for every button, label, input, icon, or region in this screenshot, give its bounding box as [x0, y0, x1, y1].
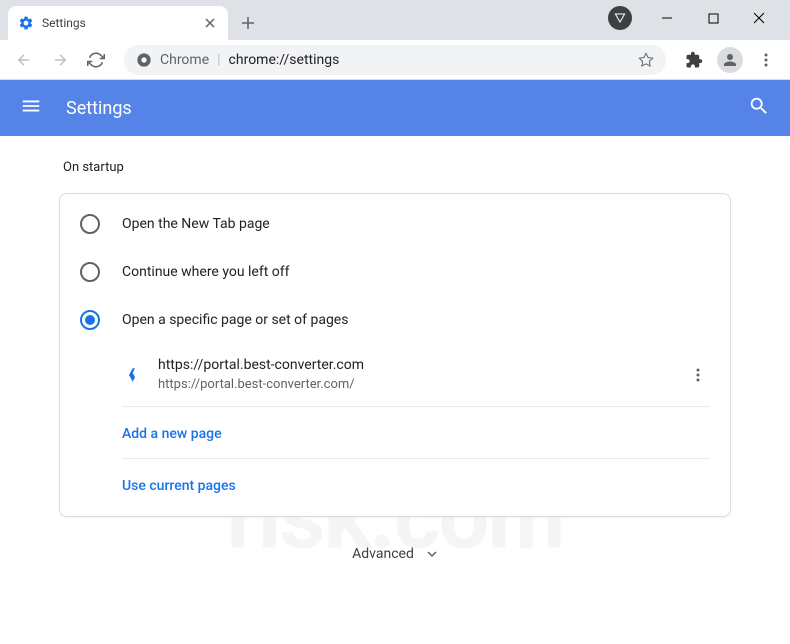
radio-button[interactable]: [80, 310, 100, 330]
extensions-icon[interactable]: [680, 46, 708, 74]
startup-pages-list: https://portal.best-converter.com https:…: [60, 344, 730, 510]
window-controls: [608, 0, 782, 40]
advanced-label: Advanced: [352, 546, 414, 562]
page-row-menu-icon[interactable]: [686, 363, 710, 387]
minimize-button[interactable]: [644, 2, 690, 34]
add-page-link[interactable]: Add a new page: [122, 426, 222, 442]
tab-close-icon[interactable]: [202, 15, 218, 31]
use-current-row[interactable]: Use current pages: [122, 459, 730, 510]
hamburger-menu-icon[interactable]: [20, 95, 42, 121]
page-title: Settings: [66, 98, 724, 119]
tab-strip: Settings: [0, 6, 262, 40]
omnibox-divider: |: [217, 52, 220, 68]
radio-label: Continue where you left off: [122, 264, 290, 280]
window-titlebar: Settings: [0, 0, 790, 40]
settings-header: Settings: [0, 80, 790, 136]
use-current-link[interactable]: Use current pages: [122, 478, 236, 494]
radio-option-specific-pages[interactable]: Open a specific page or set of pages: [60, 296, 730, 344]
chrome-menu-icon[interactable]: [752, 46, 780, 74]
chrome-icon: [136, 52, 152, 68]
profile-avatar[interactable]: [716, 46, 744, 74]
radio-button[interactable]: [80, 214, 100, 234]
page-info: https://portal.best-converter.com https:…: [158, 356, 670, 394]
radio-option-continue[interactable]: Continue where you left off: [60, 248, 730, 296]
browser-toolbar: Chrome | chrome://settings: [0, 40, 790, 80]
omnibox-prefix: Chrome: [160, 52, 209, 68]
close-window-button[interactable]: [736, 2, 782, 34]
settings-gear-icon: [18, 15, 34, 31]
chevron-down-icon: [426, 545, 438, 564]
forward-button[interactable]: [46, 46, 74, 74]
startup-card: Open the New Tab page Continue where you…: [59, 193, 731, 517]
search-icon[interactable]: [748, 95, 770, 121]
page-favicon-icon: [122, 365, 142, 385]
content-scroll-area[interactable]: pcrisk.com risk.com On startup Open the …: [0, 136, 790, 644]
maximize-button[interactable]: [690, 2, 736, 34]
omnibox-url: chrome://settings: [229, 52, 630, 68]
browser-tab[interactable]: Settings: [8, 6, 228, 40]
profile-badge-icon[interactable]: [608, 6, 632, 30]
tab-title: Settings: [42, 16, 194, 30]
startup-page-url: https://portal.best-converter.com/: [158, 376, 670, 394]
address-bar[interactable]: Chrome | chrome://settings: [124, 45, 666, 75]
reload-button[interactable]: [82, 46, 110, 74]
startup-page-title: https://portal.best-converter.com: [158, 356, 670, 376]
radio-button[interactable]: [80, 262, 100, 282]
new-tab-button[interactable]: [234, 9, 262, 37]
settings-content: On startup Open the New Tab page Continu…: [35, 136, 755, 592]
radio-label: Open the New Tab page: [122, 216, 270, 232]
bookmark-star-icon[interactable]: [638, 52, 654, 68]
startup-page-row: https://portal.best-converter.com https:…: [122, 344, 730, 406]
advanced-toggle[interactable]: Advanced: [59, 517, 731, 592]
section-title: On startup: [59, 160, 731, 175]
radio-option-new-tab[interactable]: Open the New Tab page: [60, 200, 730, 248]
add-page-row[interactable]: Add a new page: [122, 407, 730, 458]
back-button[interactable]: [10, 46, 38, 74]
radio-label: Open a specific page or set of pages: [122, 312, 348, 328]
